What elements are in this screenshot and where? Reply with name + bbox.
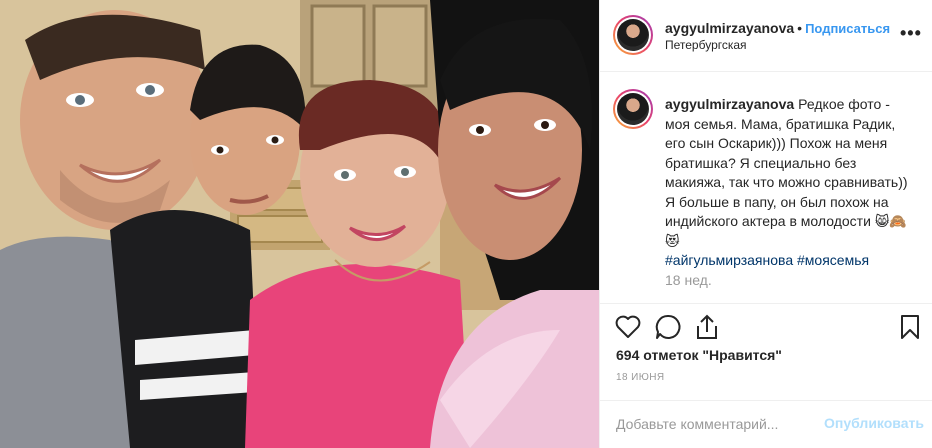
post-sidebar: aygyulmirzayanova • Подписаться Петербургс… [599, 0, 932, 448]
post-date[interactable]: 18 ИЮНЯ [616, 372, 664, 383]
hashtag-list: #айгульмирзаянова #моясемья [665, 252, 869, 268]
family-photo-illustration [0, 0, 599, 448]
caption-username-link[interactable]: aygyulmirzayanova [665, 96, 794, 112]
likes-count[interactable]: 694 отметок "Нравится" [616, 347, 782, 363]
post-photo[interactable] [0, 0, 599, 448]
caption-body: Редкое фото - моя семья. Мама, братишка … [665, 96, 908, 249]
publish-button[interactable]: Опубликовать [824, 415, 924, 431]
location-link[interactable]: Петербургская [665, 38, 747, 52]
caption-time[interactable]: 18 нед. [665, 272, 712, 288]
comment-icon[interactable] [653, 312, 683, 342]
caption-text: aygyulmirzayanova Редкое фото - моя семья… [665, 95, 915, 271]
author-username-link[interactable]: aygyulmirzayanova [665, 20, 794, 36]
more-options-icon[interactable]: ••• [900, 24, 921, 44]
comment-input[interactable] [616, 413, 816, 435]
hashtag-link[interactable]: #айгульмирзаянова [665, 252, 793, 268]
bookmark-icon[interactable] [895, 312, 925, 342]
heart-icon[interactable] [613, 312, 643, 342]
caption-comment: aygyulmirzayanova Редкое фото - моя семья… [600, 73, 932, 303]
hashtag-link[interactable]: #моясемья [797, 252, 869, 268]
caption-author-avatar[interactable] [613, 89, 653, 129]
post-header: aygyulmirzayanova • Подписаться Петербургс… [600, 0, 932, 72]
author-line: aygyulmirzayanova • Подписаться [665, 20, 890, 36]
add-comment-bar: Опубликовать [600, 400, 932, 448]
share-icon[interactable] [692, 312, 722, 342]
author-avatar[interactable] [613, 15, 653, 55]
follow-button[interactable]: Подписаться [805, 21, 890, 36]
separator-dot: • [797, 20, 803, 36]
